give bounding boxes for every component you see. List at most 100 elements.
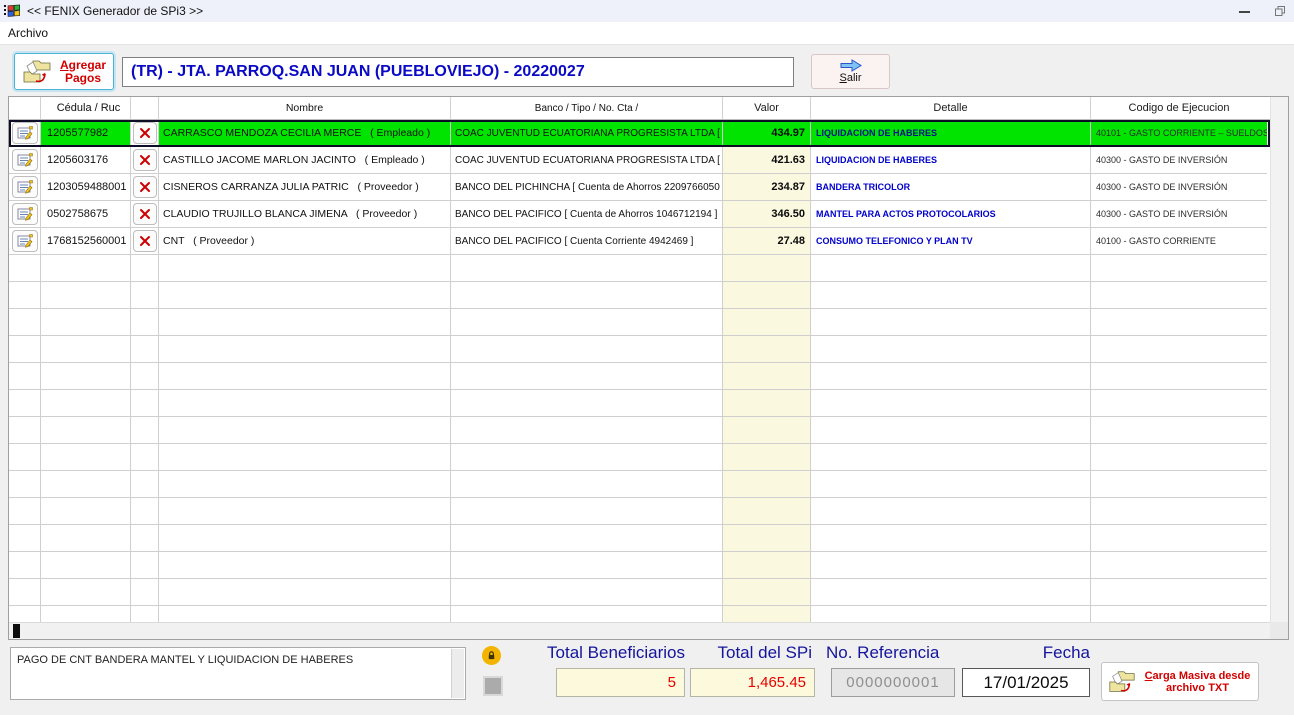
total-beneficiarios-value: 5: [556, 668, 685, 697]
bulk-load-folder-icon: [1107, 668, 1137, 696]
edit-row-button[interactable]: [12, 203, 38, 225]
header-delete-column: [131, 97, 159, 119]
payment-note-field[interactable]: PAGO DE CNT BANDERA MANTEL Y LIQUIDACION…: [10, 647, 466, 700]
empty-table-row: [9, 336, 1270, 363]
total-spi-label: Total del SPi: [690, 643, 812, 663]
banco-cell: COAC JUVENTUD ECUATORIANA PROGRESISTA LT…: [451, 120, 723, 147]
nombre-cell: CARRASCO MENDOZA CECILIA MERCE ( Emplead…: [159, 120, 451, 147]
title-bar: << FENIX Generador de SPi3 >>: [0, 0, 1294, 22]
table-row[interactable]: 1203059488001 CISNEROS CARRANZA JULIA PA…: [9, 174, 1270, 201]
empty-table-row: [9, 606, 1270, 622]
edit-row-button[interactable]: [12, 122, 38, 144]
note-scrollbar[interactable]: [451, 649, 464, 698]
header-valor: Valor: [723, 97, 811, 119]
header-codigo: Codigo de Ejecucion: [1091, 97, 1267, 119]
payment-note-text: PAGO DE CNT BANDERA MANTEL Y LIQUIDACION…: [17, 654, 353, 666]
edit-note-icon: [17, 126, 33, 140]
entity-title-field[interactable]: (TR) - JTA. PARROQ.SAN JUAN (PUEBLOVIEJO…: [122, 57, 794, 87]
table-row[interactable]: 1205603176 CASTILLO JACOME MARLON JACINT…: [9, 147, 1270, 174]
delete-row-button[interactable]: [133, 203, 157, 225]
codigo-cell: 40300 - GASTO DE INVERSIÓN: [1091, 147, 1267, 174]
grid-body: 1205577982 CARRASCO MENDOZA CECILIA MERC…: [9, 120, 1270, 622]
delete-row-button[interactable]: [133, 122, 157, 144]
edit-note-icon: [17, 234, 33, 248]
menu-bar: Archivo: [0, 22, 1294, 44]
restore-button[interactable]: [1266, 0, 1294, 22]
valor-cell: 434.97: [723, 120, 811, 147]
table-row[interactable]: 0502758675 CLAUDIO TRUJILLO BLANCA JIMEN…: [9, 201, 1270, 228]
minimize-button[interactable]: [1222, 0, 1266, 22]
empty-table-row: [9, 417, 1270, 444]
empty-table-row: [9, 282, 1270, 309]
minimize-icon: [1239, 11, 1250, 13]
table-row[interactable]: 1768152560001 CNT ( Proveedor ) BANCO DE…: [9, 228, 1270, 255]
vertical-scrollbar[interactable]: [1270, 97, 1288, 622]
horizontal-scrollbar-thumb[interactable]: [13, 624, 20, 638]
status-square[interactable]: [483, 676, 503, 696]
restore-icon: [1274, 5, 1286, 17]
fecha-field[interactable]: 17/01/2025: [962, 668, 1090, 697]
banco-cell: COAC JUVENTUD ECUATORIANA PROGRESISTA LT…: [451, 147, 723, 174]
carga-masiva-button[interactable]: Carga Masiva desde archivo TXT: [1101, 662, 1259, 701]
codigo-cell: 40101 - GASTO CORRIENTE – SUELDOS: [1091, 120, 1267, 147]
grid-header-row: Cédula / Ruc Nombre Banco / Tipo / No. C…: [9, 97, 1288, 120]
empty-table-row: [9, 552, 1270, 579]
delete-x-icon: [139, 154, 151, 166]
scrollbar-corner: [1270, 622, 1288, 639]
table-row[interactable]: 1205577982 CARRASCO MENDOZA CECILIA MERC…: [9, 120, 1270, 147]
edit-note-icon: [17, 153, 33, 167]
agregar-pagos-button[interactable]: Agregar Pagos: [14, 53, 114, 90]
delete-x-icon: [139, 235, 151, 247]
empty-table-row: [9, 579, 1270, 606]
cedula-cell: 1205603176: [41, 147, 131, 174]
empty-table-row: [9, 525, 1270, 552]
footer-bar: PAGO DE CNT BANDERA MANTEL Y LIQUIDACION…: [0, 640, 1294, 715]
codigo-cell: 40300 - GASTO DE INVERSIÓN: [1091, 174, 1267, 201]
empty-table-row: [9, 471, 1270, 498]
cedula-cell: 1768152560001: [41, 228, 131, 255]
add-payments-folder-icon: [21, 58, 53, 86]
delete-row-button[interactable]: [133, 149, 157, 171]
empty-table-row: [9, 363, 1270, 390]
delete-row-button[interactable]: [133, 176, 157, 198]
header-detalle: Detalle: [811, 97, 1091, 119]
detalle-cell: LIQUIDACION DE HABERES: [811, 147, 1091, 174]
delete-x-icon: [139, 208, 151, 220]
lock-badge: [482, 646, 501, 665]
edit-row-button[interactable]: [12, 176, 38, 198]
nombre-cell: CLAUDIO TRUJILLO BLANCA JIMENA ( Proveed…: [159, 201, 451, 228]
empty-table-row: [9, 255, 1270, 282]
horizontal-scrollbar[interactable]: [9, 622, 1270, 639]
empty-table-row: [9, 390, 1270, 417]
salir-button[interactable]: Salir: [811, 54, 890, 89]
empty-table-row: [9, 498, 1270, 525]
total-beneficiarios-label: Total Beneficiarios: [517, 643, 685, 663]
detalle-cell: MANTEL PARA ACTOS PROTOCOLARIOS: [811, 201, 1091, 228]
header-banco: Banco / Tipo / No. Cta /: [451, 97, 723, 119]
detalle-cell: LIQUIDACION DE HABERES: [811, 120, 1091, 147]
cedula-cell: 0502758675: [41, 201, 131, 228]
edit-row-button[interactable]: [12, 149, 38, 171]
cedula-cell: 1203059488001: [41, 174, 131, 201]
nombre-cell: CASTILLO JACOME MARLON JACINTO ( Emplead…: [159, 147, 451, 174]
delete-x-icon: [139, 181, 151, 193]
payments-grid: Cédula / Ruc Nombre Banco / Tipo / No. C…: [8, 96, 1289, 640]
detalle-cell: BANDERA TRICOLOR: [811, 174, 1091, 201]
exit-arrow-icon: [839, 59, 863, 72]
lock-icon: [486, 650, 497, 661]
delete-row-button[interactable]: [133, 230, 157, 252]
valor-cell: 346.50: [723, 201, 811, 228]
delete-x-icon: [139, 127, 151, 139]
detalle-cell: CONSUMO TELEFONICO Y PLAN TV: [811, 228, 1091, 255]
edit-note-icon: [17, 180, 33, 194]
empty-table-row: [9, 444, 1270, 471]
no-referencia-label: No. Referencia: [826, 643, 976, 663]
banco-cell: BANCO DEL PACIFICO [ Cuenta de Ahorros 1…: [451, 201, 723, 228]
valor-cell: 27.48: [723, 228, 811, 255]
total-spi-value: 1,465.45: [690, 668, 815, 697]
edit-row-button[interactable]: [12, 230, 38, 252]
header-edit-column: [9, 97, 41, 119]
valor-cell: 421.63: [723, 147, 811, 174]
toolbar: Agregar Pagos (TR) - JTA. PARROQ.SAN JUA…: [0, 44, 1294, 96]
menu-archivo[interactable]: Archivo: [0, 22, 56, 44]
